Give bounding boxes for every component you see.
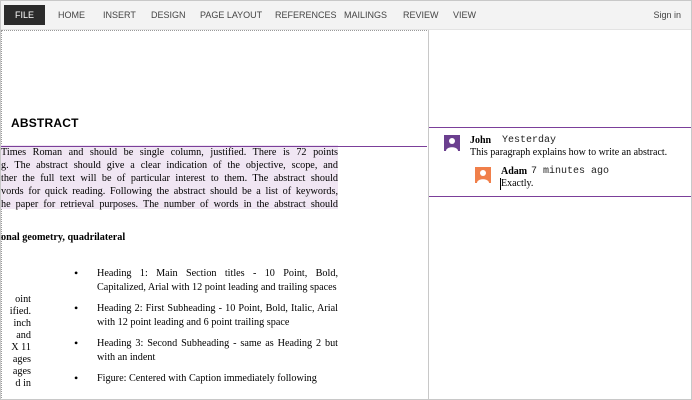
left-fragment: inch <box>13 318 31 329</box>
tab-view[interactable]: VIEW <box>453 1 476 29</box>
abstract-line: Times Roman and should be single column,… <box>1 147 338 158</box>
list-item: • Figure: Centered with Caption immediat… <box>71 371 338 386</box>
left-fragment: d in <box>15 378 31 389</box>
abstract-line: ther the full text will be of particular… <box>1 173 338 184</box>
bullet-icon: • <box>74 266 79 280</box>
left-fragment: oint <box>15 294 31 305</box>
list-item: • Heading 2: First Subheading - 10 Point… <box>71 301 338 329</box>
bullet-icon: • <box>74 371 79 385</box>
comment-connector-line <box>1 146 427 147</box>
avatar-icon <box>444 135 460 151</box>
tab-file[interactable]: FILE <box>4 5 45 25</box>
left-fragment: ified. <box>9 306 31 317</box>
abstract-line: he paper for retrieval purposes. The num… <box>1 199 338 210</box>
tab-insert[interactable]: INSERT <box>103 1 136 29</box>
document-page[interactable]: ABSTRACT Times Roman and should be singl… <box>1 30 427 399</box>
list-item: • Heading 3: Second Subheading - same as… <box>71 336 338 364</box>
tab-home[interactable]: HOME <box>58 1 85 29</box>
tab-page-layout[interactable]: PAGE LAYOUT <box>200 1 262 29</box>
comment-time: Yesterday <box>502 135 557 146</box>
comments-pane: John Yesterday This paragraph explains h… <box>428 30 691 399</box>
page-boundary-top <box>1 30 427 31</box>
abstract-line: vords for quick reading. Following the a… <box>1 186 338 197</box>
bullet-icon: • <box>74 336 79 350</box>
bullet-text: Heading 1: Main Section titles - 10 Poin… <box>97 268 338 293</box>
bullet-list: • Heading 1: Main Section titles - 10 Po… <box>71 266 338 394</box>
bullet-icon: • <box>74 301 79 315</box>
tab-review[interactable]: REVIEW <box>403 1 439 29</box>
reply-text[interactable]: Exactly. <box>501 178 533 189</box>
word-window: FILE HOME INSERT DESIGN PAGE LAYOUT REFE… <box>0 0 692 400</box>
avatar-icon <box>475 167 491 183</box>
comment-author: John <box>470 135 492 146</box>
abstract-line: g. The abstract should give a clear indi… <box>1 160 338 171</box>
left-fragment: ages <box>12 354 31 365</box>
tab-design[interactable]: DESIGN <box>151 1 186 29</box>
bullet-text: Heading 2: First Subheading - 10 Point, … <box>97 303 338 328</box>
reply-author: Adam <box>501 166 528 177</box>
bullet-text: Figure: Centered with Caption immediatel… <box>97 373 317 384</box>
abstract-paragraph[interactable]: Times Roman and should be single column,… <box>1 146 338 211</box>
left-fragment: and <box>16 330 31 341</box>
bullet-text: Heading 3: Second Subheading - same as H… <box>97 338 338 363</box>
sign-in-link[interactable]: Sign in <box>653 1 681 29</box>
comment-thread[interactable]: John Yesterday This paragraph explains h… <box>429 127 691 197</box>
left-column-fragments: oint ified. inch and X 11 ages ages d in <box>1 294 31 390</box>
ribbon-tab-bar: FILE HOME INSERT DESIGN PAGE LAYOUT REFE… <box>1 1 691 30</box>
reply-time: 7 minutes ago <box>531 166 610 177</box>
left-fragment: X 11 <box>11 342 31 353</box>
left-fragment: ages <box>12 366 31 377</box>
abstract-heading: ABSTRACT <box>11 116 79 130</box>
comment-text[interactable]: This paragraph explains how to write an … <box>470 147 667 158</box>
tab-references[interactable]: REFERENCES <box>275 1 337 29</box>
list-item: • Heading 1: Main Section titles - 10 Po… <box>71 266 338 294</box>
keywords-line: onal geometry, quadrilateral <box>1 232 126 243</box>
tab-mailings[interactable]: MAILINGS <box>344 1 387 29</box>
